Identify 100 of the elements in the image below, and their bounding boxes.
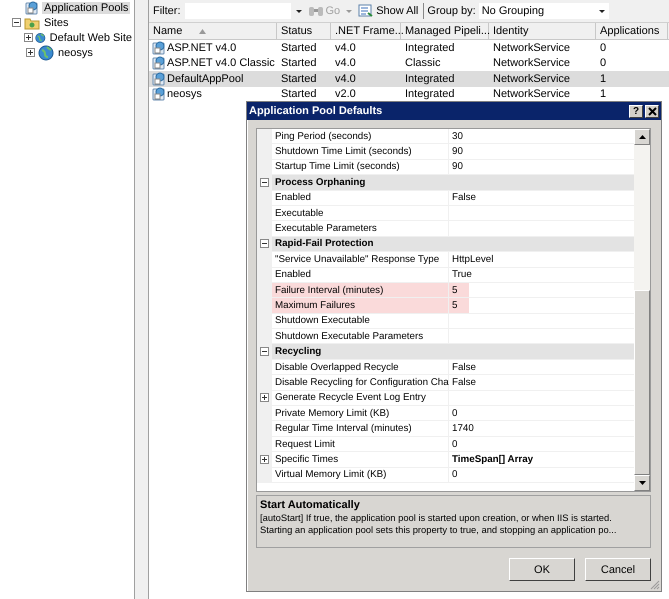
column-header[interactable]: Status bbox=[277, 23, 331, 39]
sort-ascending-icon bbox=[199, 29, 206, 34]
close-icon bbox=[648, 106, 656, 116]
table-cell: Started bbox=[281, 72, 316, 85]
property-value[interactable]: 0 bbox=[449, 406, 634, 420]
scrollbar[interactable] bbox=[634, 129, 650, 491]
expand-icon[interactable] bbox=[24, 33, 33, 42]
expand-icon[interactable] bbox=[26, 48, 34, 57]
column-header[interactable]: Identity bbox=[489, 23, 596, 39]
dialog-button[interactable]: Cancel bbox=[585, 558, 651, 581]
property-value[interactable]: False bbox=[449, 360, 634, 374]
table-cell: NetworkService bbox=[493, 72, 570, 85]
property-value[interactable]: False bbox=[449, 375, 634, 390]
property-name[interactable]: Enabled bbox=[272, 190, 449, 205]
expand-icon[interactable] bbox=[260, 454, 269, 464]
table-cell: Started bbox=[281, 88, 316, 100]
collapse-icon[interactable] bbox=[260, 239, 269, 248]
property-name[interactable]: Generate Recycle Event Log Entry bbox=[272, 390, 449, 406]
property-name[interactable]: Shutdown Executable Parameters bbox=[272, 329, 449, 344]
property-value[interactable]: 30 bbox=[449, 129, 634, 144]
resize-grip-icon[interactable] bbox=[649, 579, 660, 590]
dialog-title: Application Pool Defaults bbox=[249, 105, 382, 117]
property-name[interactable]: Enabled bbox=[272, 268, 449, 282]
column-header[interactable]: Name bbox=[149, 23, 277, 39]
table-cell: NetworkService bbox=[493, 88, 570, 100]
dialog-button[interactable]: OK bbox=[509, 558, 575, 581]
table-cell: v4.0 bbox=[335, 72, 356, 85]
property-name[interactable]: Regular Time Interval (minutes) bbox=[272, 421, 449, 436]
tree-item[interactable]: Application Pools bbox=[42, 2, 130, 14]
property-name[interactable]: Executable bbox=[272, 206, 449, 220]
description-text: [autoStart] If true, the application pool is started upon creation, or when IIS is started. Starting an application pool sets this property to true, and stopping an application po... bbox=[260, 512, 618, 536]
group-by-label: Group by: bbox=[427, 5, 476, 17]
scroll-down-icon[interactable] bbox=[638, 481, 646, 485]
table-cell: Started bbox=[281, 42, 316, 54]
expand-icon[interactable] bbox=[260, 393, 269, 402]
property-name[interactable]: Shutdown Time Limit (seconds) bbox=[272, 144, 449, 159]
list-refresh-icon bbox=[358, 4, 374, 18]
binoculars-icon bbox=[308, 4, 324, 18]
table-cell: Integrated bbox=[405, 42, 455, 54]
tree-item[interactable]: Default Web Site bbox=[48, 32, 134, 44]
collapse-icon[interactable] bbox=[12, 18, 20, 27]
property-value[interactable]: 5 bbox=[449, 282, 634, 298]
property-value[interactable]: 0 bbox=[449, 436, 634, 452]
table-cell: Started bbox=[281, 57, 316, 70]
table-cell: Integrated bbox=[405, 88, 455, 100]
property-value[interactable]: 90 bbox=[449, 160, 634, 174]
close-button[interactable] bbox=[645, 104, 659, 118]
column-header[interactable]: .NET Frame... bbox=[331, 23, 401, 39]
table-cell: neosys bbox=[167, 88, 202, 100]
property-value[interactable]: TimeSpan[] Array bbox=[449, 452, 634, 467]
property-value[interactable]: True bbox=[449, 268, 634, 282]
property-name[interactable]: Private Memory Limit (KB) bbox=[272, 406, 449, 420]
table-cell: v2.0 bbox=[335, 88, 356, 100]
table-cell: v4.0 bbox=[335, 57, 356, 70]
property-name[interactable]: Failure Interval (minutes) bbox=[272, 282, 449, 298]
collapse-icon[interactable] bbox=[260, 178, 269, 187]
group-by-dropdown[interactable]: No Grouping bbox=[478, 3, 609, 19]
table-row[interactable]: neosys Started v2.0 Integrated NetworkService 1 bbox=[149, 86, 669, 102]
property-value[interactable]: 5 bbox=[449, 298, 634, 313]
table-cell: 0 bbox=[600, 42, 606, 54]
filter-label: Filter: bbox=[153, 5, 180, 17]
property-name[interactable]: Disable Overlapped Recycle bbox=[272, 360, 449, 374]
table-row[interactable]: ASP.NET v4.0 Classic Started v4.0 Classic NetworkService 0 bbox=[149, 56, 669, 71]
property-value[interactable]: False bbox=[449, 190, 634, 205]
property-name[interactable]: "Service Unavailable" Response Type bbox=[272, 252, 449, 267]
table-cell: v4.0 bbox=[335, 42, 356, 54]
table-cell: DefaultAppPool bbox=[167, 72, 244, 85]
property-value[interactable]: 1740 bbox=[449, 421, 634, 436]
property-value[interactable]: 0 bbox=[449, 468, 634, 482]
description-title: Start Automatically bbox=[260, 499, 361, 511]
scroll-up-icon[interactable] bbox=[638, 135, 646, 139]
table-cell: Classic bbox=[405, 57, 440, 70]
collapse-icon[interactable] bbox=[260, 347, 269, 356]
table-cell: ASP.NET v4.0 Classic bbox=[167, 57, 275, 70]
table-cell: 1 bbox=[600, 72, 606, 85]
property-value[interactable]: 90 bbox=[449, 144, 634, 159]
property-name[interactable]: Executable Parameters bbox=[272, 221, 449, 236]
property-name[interactable]: Specific Times bbox=[272, 452, 449, 467]
property-name[interactable]: Maximum Failures bbox=[272, 298, 449, 313]
table-cell: NetworkService bbox=[493, 57, 570, 70]
property-name[interactable]: Disable Recycling for Configuration Cha bbox=[272, 375, 449, 390]
column-header[interactable]: Applications bbox=[596, 23, 668, 39]
table-row[interactable]: ASP.NET v4.0 Started v4.0 Integrated NetworkService 0 bbox=[149, 40, 669, 56]
table-cell: 0 bbox=[600, 57, 606, 70]
show-all-button[interactable]: Show All bbox=[356, 4, 420, 18]
tree-item[interactable]: neosys bbox=[56, 46, 95, 58]
table-cell: ASP.NET v4.0 bbox=[167, 42, 236, 54]
category-header[interactable]: Recycling bbox=[272, 344, 322, 359]
table-cell: 1 bbox=[600, 88, 606, 100]
tree-item[interactable]: Sites bbox=[42, 16, 70, 28]
property-name[interactable]: Startup Time Limit (seconds) bbox=[272, 160, 449, 174]
property-name[interactable]: Virtual Memory Limit (KB) bbox=[272, 468, 449, 482]
help-button[interactable]: ? bbox=[629, 104, 643, 118]
property-name[interactable]: Request Limit bbox=[272, 436, 449, 452]
property-name[interactable]: Ping Period (seconds) bbox=[272, 129, 449, 144]
property-value[interactable]: HttpLevel bbox=[449, 252, 634, 267]
column-header[interactable]: Managed Pipeli... bbox=[401, 23, 489, 39]
property-name[interactable]: Shutdown Executable bbox=[272, 314, 449, 328]
table-cell: NetworkService bbox=[493, 42, 570, 54]
table-row[interactable]: DefaultAppPool Started v4.0 Integrated NetworkService 1 bbox=[149, 71, 669, 86]
